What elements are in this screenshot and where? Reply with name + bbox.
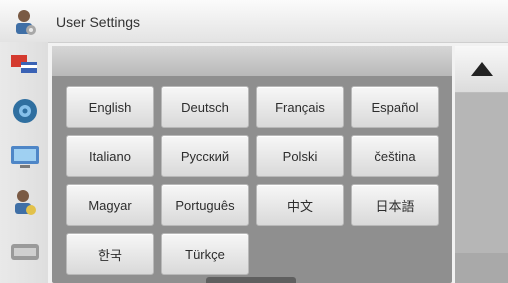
language-option[interactable]: Magyar (66, 184, 154, 226)
scroll-up-button[interactable] (455, 46, 508, 93)
scroll-bottom[interactable] (455, 253, 508, 283)
language-option[interactable]: Español (351, 86, 439, 128)
scrollbar[interactable] (455, 46, 508, 283)
language-option[interactable]: Türkçe (161, 233, 249, 275)
language-option[interactable]: Polski (256, 135, 344, 177)
language-option[interactable]: Deutsch (161, 86, 249, 128)
language-grid: English Deutsch Français Español Italian… (66, 86, 439, 275)
title-bar: User Settings (0, 0, 508, 43)
user-settings-icon (12, 8, 38, 38)
settings-window: User Settings English Deutsch Français E… (0, 0, 508, 283)
keyboard-icon[interactable] (8, 234, 42, 268)
language-option[interactable]: Português (161, 184, 249, 226)
language-flags-icon[interactable] (8, 48, 42, 82)
language-option[interactable]: Français (256, 86, 344, 128)
panel-footer-tab (206, 277, 296, 283)
sidebar (0, 42, 48, 283)
display-icon[interactable] (8, 140, 42, 174)
language-panel: English Deutsch Français Español Italian… (52, 46, 452, 283)
language-option[interactable]: Italiano (66, 135, 154, 177)
language-option[interactable]: English (66, 86, 154, 128)
window-title: User Settings (56, 14, 141, 30)
scroll-track[interactable] (455, 93, 508, 253)
chevron-up-icon (470, 62, 493, 76)
language-option[interactable]: 中文 (256, 184, 344, 226)
language-option[interactable]: 한국 (66, 233, 154, 275)
speaker-icon[interactable] (8, 94, 42, 128)
panel-header (52, 46, 452, 76)
language-option[interactable]: Русский (161, 135, 249, 177)
language-option[interactable]: 日本語 (351, 184, 439, 226)
language-option[interactable]: čeština (351, 135, 439, 177)
user-settings-icon[interactable] (8, 186, 42, 220)
